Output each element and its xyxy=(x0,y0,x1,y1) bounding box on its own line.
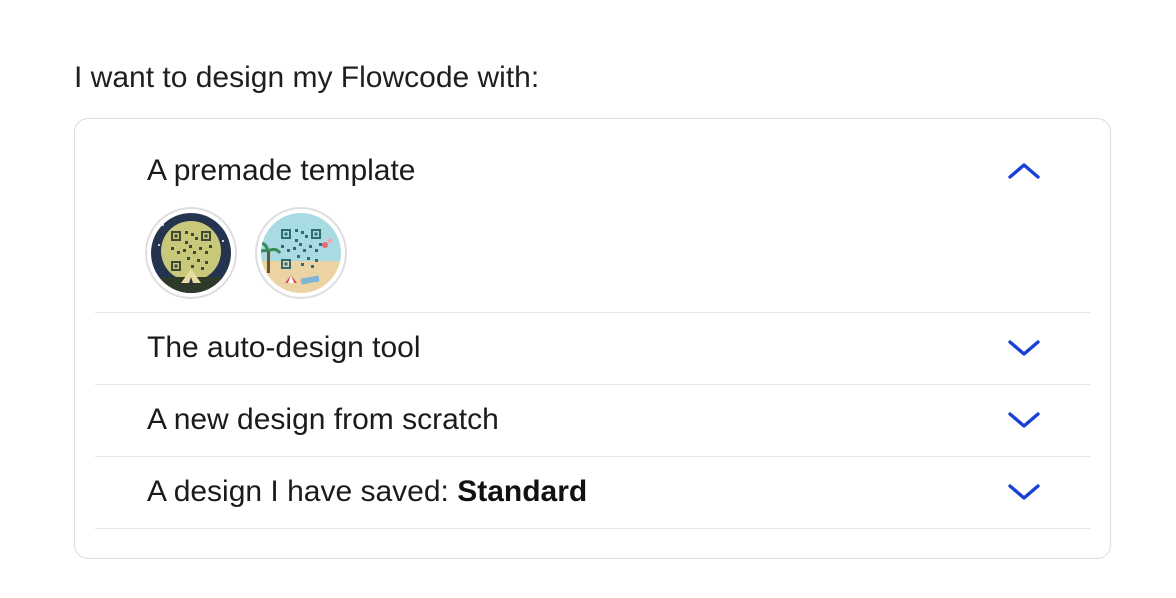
qr-tent-night-icon xyxy=(151,213,231,293)
chevron-up-icon[interactable] xyxy=(1004,151,1044,191)
accordion-header-saved-design[interactable]: A design I have saved: Standard xyxy=(95,456,1090,528)
saved-design-prefix: A design I have saved: xyxy=(147,475,458,508)
chevron-down-icon[interactable] xyxy=(1004,328,1044,368)
chevron-down-icon[interactable] xyxy=(1004,400,1044,440)
section-label: A design I have saved: Standard xyxy=(147,472,587,512)
template-thumbnail-beach[interactable] xyxy=(255,207,347,299)
qr-beach-icon xyxy=(261,213,341,293)
saved-design-name: Standard xyxy=(457,475,588,508)
section-label: A premade template xyxy=(147,154,416,187)
accordion-section-from-scratch: A new design from scratch xyxy=(95,384,1090,457)
page-heading: I want to design my Flowcode with: xyxy=(74,61,540,94)
accordion-header-auto-design[interactable]: The auto-design tool xyxy=(95,312,1090,384)
section-label: A new design from scratch xyxy=(147,403,499,436)
section-label: The auto-design tool xyxy=(147,331,421,364)
chevron-down-icon[interactable] xyxy=(1004,472,1044,512)
design-options-accordion: A premade template The auto-design tool … xyxy=(74,118,1111,559)
accordion-section-auto-design: The auto-design tool xyxy=(95,312,1090,385)
accordion-header-premade-template[interactable]: A premade template xyxy=(95,149,1090,193)
template-thumbnail-camping[interactable] xyxy=(145,207,237,299)
accordion-section-premade-template: A premade template xyxy=(95,119,1090,313)
template-thumbnails xyxy=(145,207,347,299)
accordion-header-from-scratch[interactable]: A new design from scratch xyxy=(95,384,1090,456)
accordion-section-saved-design: A design I have saved: Standard xyxy=(95,456,1090,529)
